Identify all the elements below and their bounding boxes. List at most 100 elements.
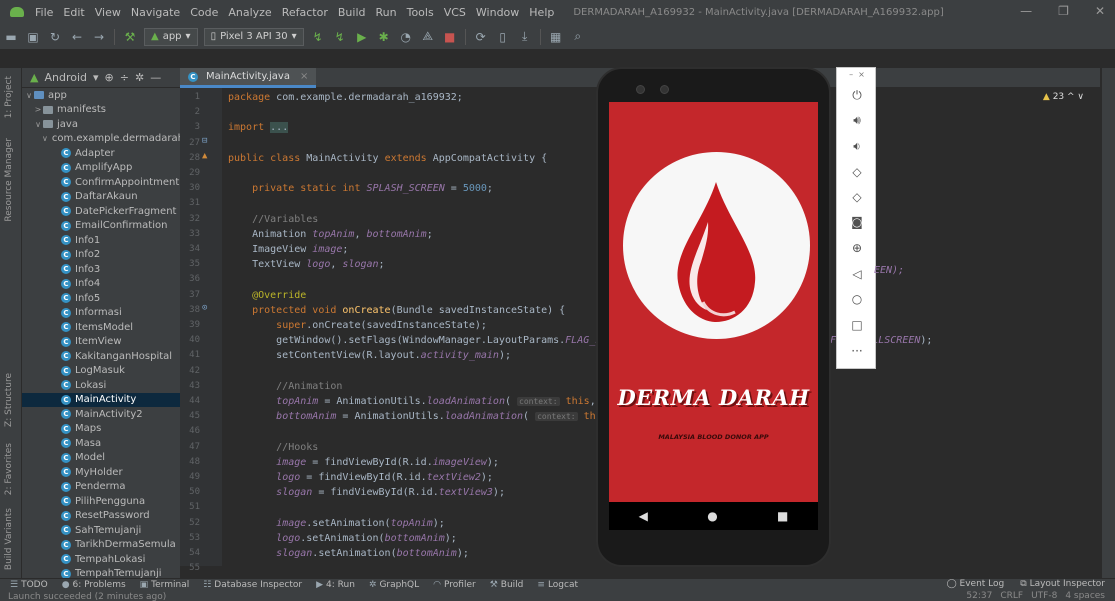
tree-item[interactable]: C Info2: [22, 248, 180, 263]
rotate-left-icon[interactable]: ◇: [837, 165, 877, 179]
tree-item[interactable]: C SahTemujanji: [22, 523, 180, 538]
code-line[interactable]: TextView logo, slogan;: [222, 257, 385, 272]
code-line[interactable]: private static int SPLASH_SCREEN = 5000;: [222, 181, 493, 196]
back-icon[interactable]: ◁: [837, 267, 877, 281]
stop-icon[interactable]: ■: [439, 30, 461, 44]
expand-arrow-icon[interactable]: ∨: [24, 91, 34, 100]
code-line[interactable]: image = findViewById(R.id.imageView);: [222, 455, 499, 470]
tree-item[interactable]: ∨ com.example.dermadarah: [22, 132, 180, 147]
code-line[interactable]: Animation topAnim, bottomAnim;: [222, 227, 433, 242]
tree-item[interactable]: C ItemView: [22, 335, 180, 350]
home-icon[interactable]: ○: [837, 292, 877, 306]
code-line[interactable]: logo.setAnimation(bottomAnim);: [222, 531, 457, 546]
code-line[interactable]: protected void onCreate(Bundle savedInst…: [222, 303, 565, 318]
tree-item[interactable]: > manifests: [22, 103, 180, 118]
cursor-position[interactable]: 52:37: [966, 591, 992, 601]
tree-item[interactable]: C LogMasuk: [22, 364, 180, 379]
emulator-window-controls[interactable]: – ×: [837, 70, 877, 79]
expand-arrow-icon[interactable]: ∨: [42, 134, 48, 143]
rotate-right-icon[interactable]: ◇: [837, 190, 877, 204]
tree-item[interactable]: C ResetPassword: [22, 509, 180, 524]
gutter-marker-icon[interactable]: ⊙: [202, 303, 207, 313]
todo-tool[interactable]: ☰ TODO: [10, 580, 48, 590]
code-line[interactable]: slogan = findViewById(R.id.textView3);: [222, 485, 505, 500]
code-line[interactable]: public class MainActivity extends AppCom…: [222, 151, 547, 166]
menu-vcs[interactable]: VCS: [439, 6, 471, 19]
close-button[interactable]: ✕: [1095, 4, 1105, 18]
resource-manager-tool-tab[interactable]: Resource Manager: [4, 138, 14, 222]
menu-view[interactable]: View: [90, 6, 126, 19]
logcat-tool[interactable]: ≡ Logcat: [537, 580, 578, 590]
nav-back-button[interactable]: ◀: [639, 509, 648, 523]
event-log-tool[interactable]: ◯ Event Log: [947, 579, 1005, 589]
database-inspector-tool[interactable]: ☷ Database Inspector: [203, 580, 302, 590]
device-select[interactable]: ▯ Pixel 3 API 30 ▾: [203, 27, 304, 46]
tree-item[interactable]: C ItemsModel: [22, 320, 180, 335]
structure-tool-tab[interactable]: Z: Structure: [4, 373, 14, 427]
code-line[interactable]: [222, 424, 228, 439]
expand-arrow-icon[interactable]: >: [33, 105, 43, 114]
apply-code-changes-icon[interactable]: ↯: [329, 30, 351, 44]
expand-arrow-icon[interactable]: ∨: [33, 120, 43, 129]
favorites-tool-tab[interactable]: 2: Favorites: [4, 443, 14, 495]
code-line[interactable]: [222, 364, 228, 379]
menu-tools[interactable]: Tools: [402, 6, 439, 19]
graphql-tool[interactable]: ✲ GraphQL: [369, 580, 419, 590]
tree-item[interactable]: C KakitanganHospital: [22, 349, 180, 364]
tree-item[interactable]: C TempahLokasi: [22, 552, 180, 567]
code-line[interactable]: //Hooks: [222, 440, 318, 455]
menu-analyze[interactable]: Analyze: [223, 6, 276, 19]
avd-manager-icon[interactable]: ▯: [492, 30, 514, 44]
code-line[interactable]: super.onCreate(savedInstanceState);: [222, 318, 487, 333]
tree-item[interactable]: C Masa: [22, 436, 180, 451]
menu-refactor[interactable]: Refactor: [277, 6, 333, 19]
restore-button[interactable]: ❐: [1058, 4, 1069, 18]
tree-item[interactable]: C TarikhDermaSemula: [22, 538, 180, 553]
locate-icon[interactable]: ⊕: [105, 71, 114, 84]
tree-item[interactable]: C Informasi: [22, 306, 180, 321]
search-icon[interactable]: ⌕: [567, 29, 589, 44]
menu-file[interactable]: File: [30, 6, 58, 19]
tree-item[interactable]: C Model: [22, 451, 180, 466]
code-line[interactable]: setContentView(R.layout.activity_main);: [222, 348, 511, 363]
hide-icon[interactable]: —: [150, 71, 161, 84]
device-screen[interactable]: DERMA DARAH MALAYSIA BLOOD DONOR APP: [609, 102, 818, 502]
code-line[interactable]: [222, 561, 228, 566]
tree-item[interactable]: C MyHolder: [22, 465, 180, 480]
profile-icon[interactable]: ◔: [395, 30, 417, 44]
code-line[interactable]: package com.example.dermadarah_a169932;: [222, 90, 463, 105]
nav-home-button[interactable]: ●: [707, 509, 717, 523]
tree-item[interactable]: C EmailConfirmation: [22, 219, 180, 234]
power-icon[interactable]: ⏻: [837, 88, 877, 103]
gradle-sync-icon[interactable]: ⟳: [470, 30, 492, 44]
file-encoding[interactable]: UTF-8: [1031, 591, 1057, 601]
line-separator[interactable]: CRLF: [1000, 591, 1023, 601]
problems-tool[interactable]: ● 6: Problems: [62, 580, 126, 590]
camera-icon[interactable]: ◙: [837, 215, 877, 229]
inspection-widget[interactable]: ▲ 23 ^ ∨: [1043, 92, 1084, 102]
code-line[interactable]: ImageView image;: [222, 242, 348, 257]
tree-item[interactable]: C DaftarAkaun: [22, 190, 180, 205]
open-folder-icon[interactable]: ▬: [0, 30, 22, 44]
sync-icon[interactable]: ↻: [44, 30, 66, 44]
menu-code[interactable]: Code: [185, 6, 223, 19]
code-line[interactable]: [222, 272, 228, 287]
menu-run[interactable]: Run: [371, 6, 402, 19]
run-tool[interactable]: ▶ 4: Run: [316, 580, 355, 590]
debug-icon[interactable]: ✱: [373, 30, 395, 44]
code-line[interactable]: [222, 166, 228, 181]
save-icon[interactable]: ▣: [22, 30, 44, 44]
tree-item[interactable]: C Maps: [22, 422, 180, 437]
code-line[interactable]: //Animation: [222, 379, 342, 394]
menu-build[interactable]: Build: [333, 6, 371, 19]
code-line[interactable]: import ...: [222, 120, 289, 135]
code-line[interactable]: [222, 136, 228, 151]
sdk-manager-icon[interactable]: ⤓: [514, 29, 536, 44]
menu-edit[interactable]: Edit: [58, 6, 89, 19]
minimize-button[interactable]: —: [1020, 4, 1032, 18]
volume-up-icon[interactable]: 🔊︎: [837, 113, 877, 128]
back-arrow-icon[interactable]: ←: [66, 30, 88, 44]
tree-item[interactable]: C ConfirmAppointment: [22, 175, 180, 190]
tree-item[interactable]: C Info4: [22, 277, 180, 292]
run-config-select[interactable]: ▲ app ▾: [144, 27, 198, 46]
